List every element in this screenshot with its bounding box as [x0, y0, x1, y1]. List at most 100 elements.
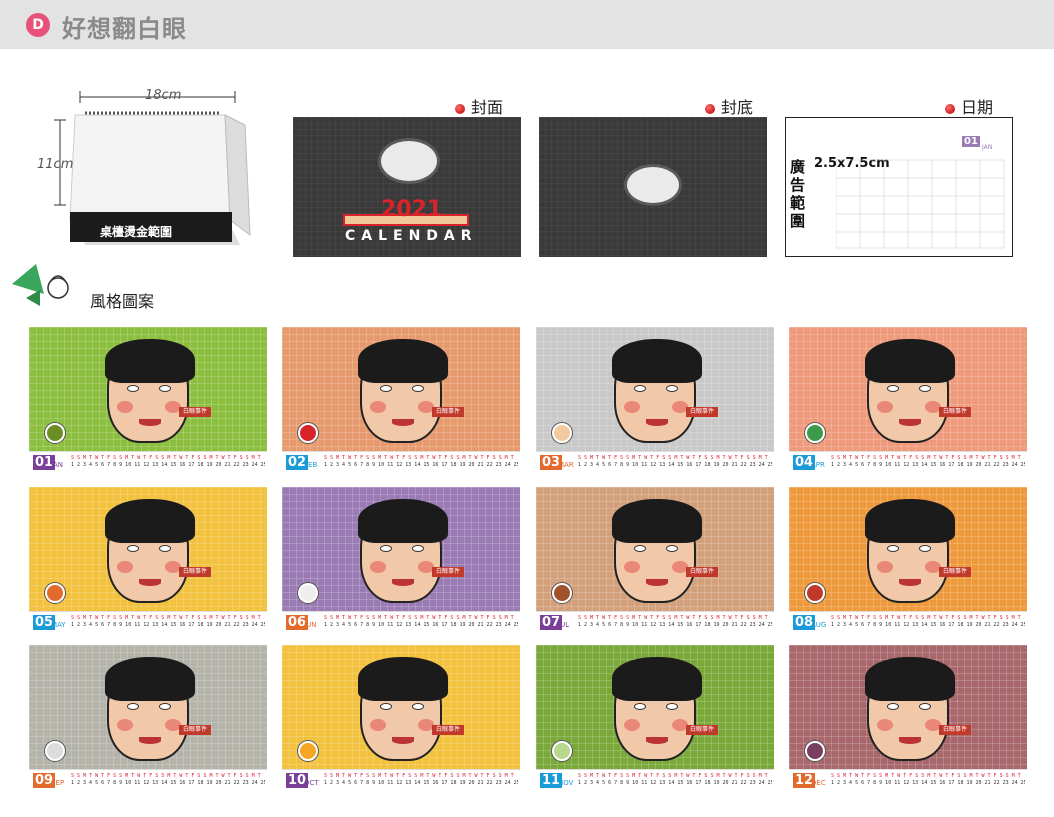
month-abbr: NOV	[558, 779, 574, 787]
fruit-icon	[805, 583, 825, 603]
face-illustration	[358, 339, 448, 443]
title-badge: D	[26, 13, 50, 37]
mouth	[646, 737, 668, 744]
back-heading: 封底	[705, 94, 753, 118]
cover-word: CALENDAR	[345, 228, 478, 244]
event-tag: 白眼事件	[686, 725, 719, 735]
date-row: 1 2 3 4 5 6 7 8 9 10 11 12 13 14 15 16 1…	[578, 462, 772, 468]
month-card-08: 白眼事件 08 AUG S S M T W T F S S M T W T F …	[789, 487, 1027, 635]
weekday-row: S S M T W T F S S M T W T F S S M T W T …	[324, 773, 514, 779]
eye	[412, 703, 424, 710]
fruit-icon	[45, 423, 65, 443]
month-abbr: AUG	[811, 621, 827, 629]
face-illustration	[865, 499, 955, 603]
eye	[634, 545, 646, 552]
eye	[159, 703, 171, 710]
event-tag: 白眼事件	[939, 407, 972, 417]
style-header: 風格圖案	[10, 262, 190, 312]
weekday-row: S S M T W T F S S M T W T F S S M T W T …	[578, 455, 768, 461]
fruit-icon	[45, 583, 65, 603]
hair	[612, 339, 702, 383]
weekday-row: S S M T W T F S S M T W T F S S M T W T …	[831, 773, 1021, 779]
weekday-row: S S M T W T F S S M T W T F S S M T W T …	[324, 455, 514, 461]
date-row: 1 2 3 4 5 6 7 8 9 10 11 12 13 14 15 16 1…	[578, 780, 772, 786]
cover-year: 2021	[381, 197, 443, 222]
eye	[887, 545, 899, 552]
month-card-12: 白眼事件 12 DEC S S M T W T F S S M T W T F …	[789, 645, 1027, 793]
cheek	[877, 401, 893, 413]
back-label: 封底	[721, 98, 754, 117]
face-illustration	[105, 499, 195, 603]
face-illustration	[612, 657, 702, 761]
fruit-icon	[298, 423, 318, 443]
event-tag: 白眼事件	[179, 407, 212, 417]
month-card-04: 白眼事件 04 APR S S M T W T F S S M T W T F …	[789, 327, 1027, 475]
hair	[358, 499, 448, 543]
cheek	[624, 719, 640, 731]
hair	[865, 499, 955, 543]
fruit-icon	[552, 583, 572, 603]
mouth	[392, 579, 414, 586]
month-card-10: 白眼事件 10 OCT S S M T W T F S S M T W T F …	[282, 645, 520, 793]
eye	[159, 385, 171, 392]
mouth	[139, 419, 161, 426]
hair	[865, 339, 955, 383]
cover-panel: 2021 CALENDAR	[293, 117, 521, 257]
weekday-row: S S M T W T F S S M T W T F S S M T W T …	[578, 773, 768, 779]
month-card-07: 白眼事件 07 JUL S S M T W T F S S M T W T F …	[536, 487, 774, 635]
date-row: 1 2 3 4 5 6 7 8 9 10 11 12 13 14 15 16 1…	[324, 462, 518, 468]
hair	[105, 499, 195, 543]
fruit-icon	[45, 741, 65, 761]
month-card-03: 白眼事件 03 MAR S S M T W T F S S M T W T F …	[536, 327, 774, 475]
eye	[412, 545, 424, 552]
bullet-icon	[705, 103, 715, 114]
eye	[380, 703, 392, 710]
eye	[380, 545, 392, 552]
mouth	[392, 737, 414, 744]
mouth	[899, 419, 921, 426]
month-abbr: OCT	[304, 779, 319, 787]
month-abbr: MAR	[558, 461, 574, 469]
date-row: 1 2 3 4 5 6 7 8 9 10 11 12 13 14 15 16 1…	[71, 462, 265, 468]
event-tag: 白眼事件	[179, 725, 212, 735]
eye	[634, 703, 646, 710]
eye	[887, 703, 899, 710]
date-row: 1 2 3 4 5 6 7 8 9 10 11 12 13 14 15 16 1…	[578, 622, 772, 628]
eye	[127, 545, 139, 552]
title-bar: D 好想翻白眼	[0, 0, 1054, 49]
eye	[887, 385, 899, 392]
eye	[412, 385, 424, 392]
ad-area-label: 廣告範圍	[790, 158, 806, 230]
eye	[919, 545, 931, 552]
page-title: 好想翻白眼	[62, 15, 187, 43]
date-panel: 廣告範圍 2.5x7.5cm 01 JAN	[785, 117, 1013, 257]
cheek	[117, 561, 133, 573]
bullet-icon	[945, 103, 955, 114]
event-tag: 白眼事件	[179, 567, 212, 577]
date-month-num: 01	[962, 136, 980, 147]
event-tag: 白眼事件	[939, 725, 972, 735]
mouth	[139, 579, 161, 586]
date-month-abbr: JAN	[982, 144, 993, 151]
month-card-02: 白眼事件 02 FEB S S M T W T F S S M T W T F …	[282, 327, 520, 475]
cover-label: 封面	[471, 98, 504, 117]
eye	[919, 703, 931, 710]
month-grid	[836, 159, 1005, 249]
event-tag: 白眼事件	[432, 725, 465, 735]
event-tag: 白眼事件	[686, 407, 719, 417]
event-tag: 白眼事件	[939, 567, 972, 577]
base-label: 桌檯燙金範圍	[100, 225, 173, 239]
style-title: 風格圖案	[90, 292, 155, 311]
hair	[612, 657, 702, 701]
fruit-icon	[552, 741, 572, 761]
back-panel	[539, 117, 767, 257]
hair	[865, 657, 955, 701]
hair	[612, 499, 702, 543]
month-card-06: 白眼事件 06 JUN S S M T W T F S S M T W T F …	[282, 487, 520, 635]
cover-heading: 封面	[455, 94, 503, 118]
date-heading: 日期	[945, 94, 993, 118]
month-abbr: SEP	[51, 779, 65, 787]
fruit-icon	[805, 741, 825, 761]
date-row: 1 2 3 4 5 6 7 8 9 10 11 12 13 14 15 16 1…	[831, 622, 1025, 628]
calendar-mockup: 18cm 11cm 桌檯燙金範圍	[37, 85, 265, 265]
